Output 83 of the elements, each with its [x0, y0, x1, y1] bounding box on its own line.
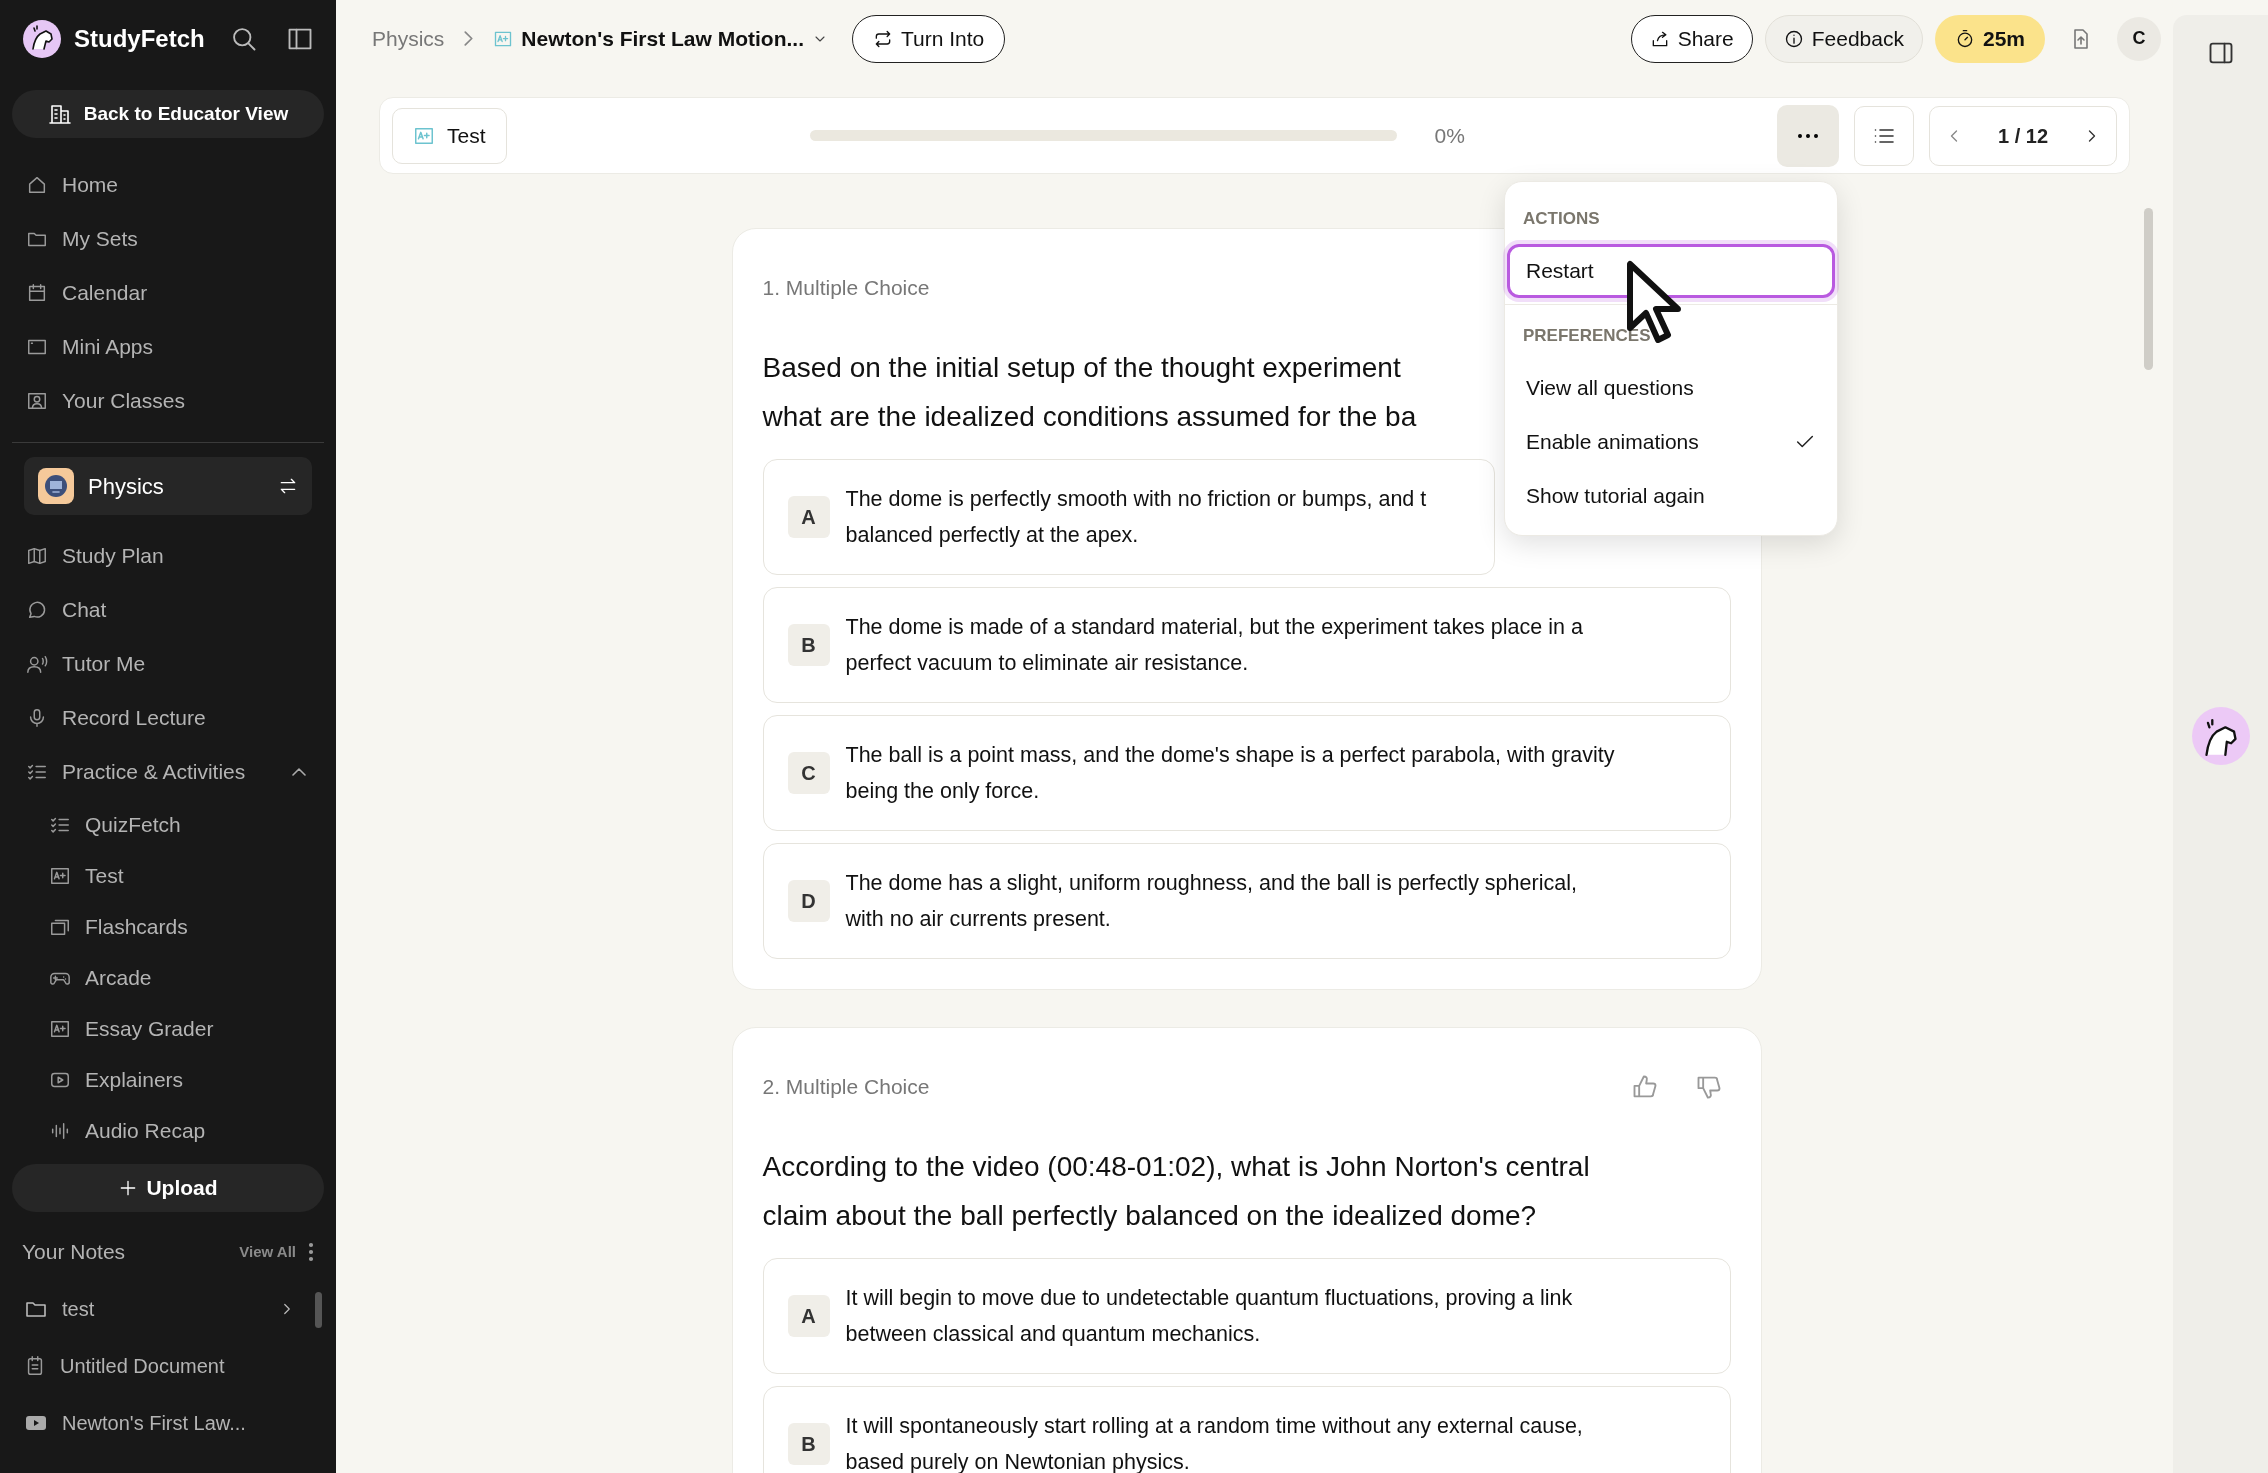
sidebar-item[interactable]: Arcade — [12, 952, 324, 1003]
answer-option[interactable]: A The dome is perfectly smooth with no friction or bumps, and t balanced perfectly at the apex. — [762, 459, 1495, 575]
swap-arrows-icon — [278, 476, 298, 496]
answer-option[interactable]: D The dome has a slight, uniform roughness, and the ball is perfectly spherical, with no air currents present. — [762, 843, 1731, 959]
educator-view-button[interactable]: Back to Educator View — [12, 90, 324, 138]
option-text: It will spontaneously start rolling at a random time without any external cause, based purely on Newtonian physics. — [845, 1413, 1583, 1473]
option-letter: C — [787, 752, 830, 794]
sidebar-item[interactable]: Practice & Activities — [12, 745, 324, 799]
sidebar-item[interactable]: Home — [12, 158, 324, 212]
person-speaking-icon — [26, 653, 48, 675]
option-text: The dome is made of a standard material, but the experiment takes place in a perfect vacuum to eliminate air resistance. — [845, 614, 1583, 677]
sidebar-item[interactable]: Chat — [12, 583, 324, 637]
test-chip[interactable]: Test — [392, 107, 507, 164]
menu-section-heading: ACTIONS — [1522, 208, 1601, 231]
scrollbar-thumb[interactable] — [315, 1292, 322, 1328]
building-icon — [47, 102, 72, 126]
more-horizontal-icon — [1797, 132, 1819, 139]
option-text: The dome has a slight, uniform roughness, and the ball is perfectly spherical, with no air currents present. — [845, 870, 1577, 933]
sidebar-item[interactable]: Test — [12, 850, 324, 901]
user-avatar[interactable]: C — [2117, 16, 2161, 61]
view-all-link[interactable]: View All — [239, 1240, 296, 1264]
section-title: Your Notes — [22, 1239, 127, 1266]
menu-item[interactable]: Enable animations — [1507, 415, 1835, 469]
question-type-label: 1. Multiple Choice — [762, 275, 930, 302]
question-list-button[interactable] — [1854, 105, 1914, 166]
dog-logo-icon — [22, 19, 62, 59]
share-button[interactable]: Share — [1630, 14, 1753, 63]
option-letter: B — [787, 624, 830, 666]
option-letter: B — [787, 1423, 830, 1465]
feedback-button[interactable]: Feedback — [1764, 14, 1923, 63]
upload-button[interactable]: Upload — [12, 1164, 324, 1212]
option-text: The ball is a point mass, and the dome's shape is a perfect parabola, with gravity being the only force. — [845, 742, 1615, 805]
sidebar-item[interactable]: Flashcards — [12, 901, 324, 952]
note-item[interactable]: Untitled Document — [12, 1337, 306, 1394]
class-name: Physics — [88, 472, 165, 501]
progress-percent: 0% — [1434, 122, 1465, 149]
sidebar-item[interactable]: Calendar — [12, 266, 324, 320]
question-text: According to the video (00:48-01:02), what is John Norton's central claim about the ball perfectly balanced on the idealized dome? — [762, 1150, 1590, 1233]
menu-item[interactable]: View all questions — [1507, 361, 1835, 415]
dog-assistant-icon[interactable] — [2191, 707, 2250, 765]
timer-button[interactable]: 25m — [1934, 14, 2045, 63]
search-icon[interactable] — [230, 25, 258, 53]
answer-option[interactable]: B It will spontaneously start rolling at a random time without any external cause, based purely on Newtonian physics. — [762, 1386, 1731, 1473]
scrollbar-thumb[interactable] — [2144, 208, 2153, 370]
answer-option[interactable]: B The dome is made of a standard material, but the experiment takes place in a perfect vacuum to eliminate air resistance. — [762, 587, 1731, 703]
info-icon — [1783, 28, 1804, 49]
document-dropdown[interactable]: Newton's First Law Motion... — [493, 22, 829, 55]
menu-section-heading: PREFERENCES — [1522, 325, 1652, 348]
chat-bubble-icon — [26, 599, 48, 621]
map-icon — [26, 545, 48, 567]
sidebar-item[interactable]: Mini Apps — [12, 320, 324, 374]
question-type-label: 2. Multiple Choice — [762, 1074, 930, 1101]
more-vertical-icon[interactable] — [308, 1242, 314, 1262]
answer-option[interactable]: C The ball is a point mass, and the dome's shape is a perfect parabola, with gravity being the only force. — [762, 715, 1731, 831]
option-letter: A — [787, 496, 830, 538]
option-text: The dome is perfectly smooth with no friction or bumps, and t balanced perfectly at the apex. — [845, 486, 1427, 549]
answer-option[interactable]: A It will begin to move due to undetectable quantum fluctuations, proving a link between classical and quantum mechanics. — [762, 1258, 1731, 1374]
classroom-icon — [26, 390, 48, 412]
page-counter: 1 / 12 — [1997, 123, 2048, 149]
note-item[interactable]: test — [12, 1280, 306, 1337]
sidebar-item[interactable]: Essay Grader — [12, 1003, 324, 1054]
calendar-icon — [26, 282, 48, 304]
option-letter: D — [787, 880, 830, 922]
sidebar-item[interactable]: Tutor Me — [12, 637, 324, 691]
brand-name: StudyFetch — [74, 24, 206, 54]
sidebar-item[interactable]: Explainers — [12, 1054, 324, 1105]
sidebar-item[interactable]: Record Lecture — [12, 691, 324, 745]
chevron-right-icon — [464, 31, 474, 46]
sidebar-item[interactable]: Study Plan — [12, 529, 324, 583]
home-icon — [26, 174, 48, 196]
option-text: It will begin to move due to undetectable quantum fluctuations, proving a link between classical and quantum mechanics. — [845, 1285, 1573, 1348]
turn-into-button[interactable]: Turn Into — [852, 14, 1006, 63]
note-item[interactable]: Newton's First Law... — [12, 1394, 306, 1451]
sidebar-item[interactable]: Your Classes — [12, 374, 324, 428]
sidebar-item[interactable]: Audio Recap — [12, 1105, 324, 1156]
breadcrumb-link[interactable]: Physics — [372, 22, 445, 55]
class-avatar-icon — [38, 468, 74, 504]
option-letter: A — [787, 1295, 830, 1337]
menu-item[interactable]: Show tutorial again — [1507, 469, 1835, 523]
sidebar-item[interactable]: My Sets — [12, 212, 324, 266]
question-text: Based on the initial setup of the thought experiment what are the idealized conditions assumed for the ba — [762, 351, 1417, 434]
sidebar-item[interactable]: QuizFetch — [12, 799, 324, 850]
class-selector[interactable]: Physics — [24, 457, 312, 515]
